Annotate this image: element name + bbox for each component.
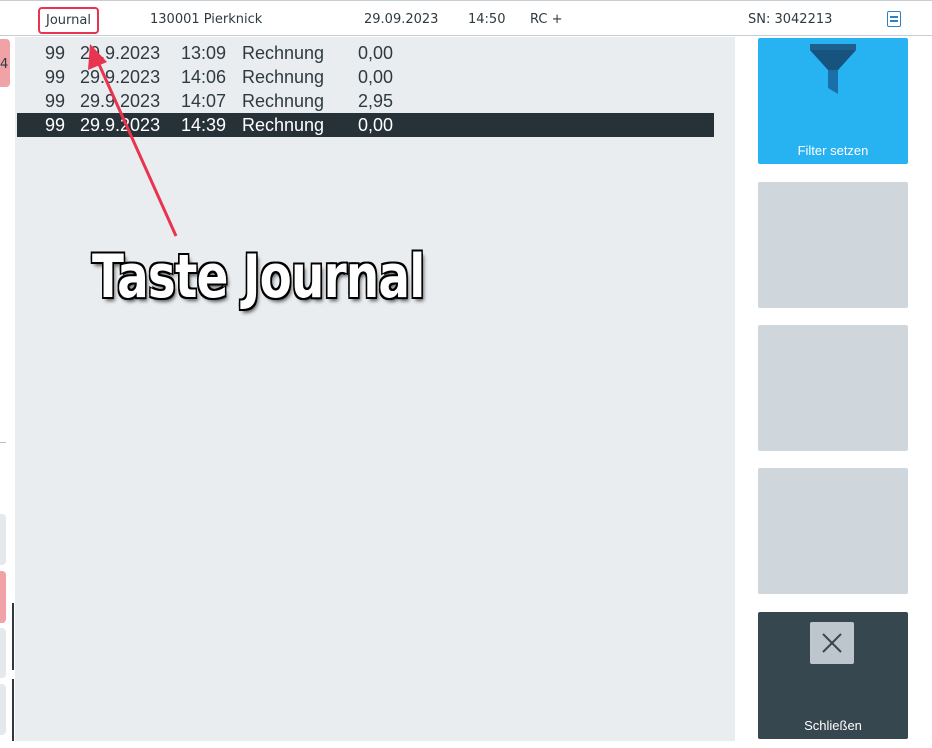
row-date: 29.9.2023 — [80, 115, 161, 135]
header-bar: Journal 130001 Pierknick 29.09.2023 14:5… — [0, 0, 932, 36]
empty-button-2[interactable] — [758, 325, 908, 451]
funnel-icon — [810, 44, 856, 94]
row-time: 13:09 — [181, 43, 227, 63]
close-icon — [810, 622, 854, 664]
row-amount: 0,00 — [358, 43, 394, 63]
partial-digit: 4 — [0, 57, 9, 72]
row-number: 99 — [45, 91, 66, 111]
serial-number: SN: 3042213 — [748, 12, 833, 27]
filter-label: Filter setzen — [797, 143, 869, 158]
document-icon[interactable] — [887, 11, 901, 27]
journal-row[interactable]: 99 29.9.2023 14:07 Rechnung 2,95 — [17, 89, 714, 113]
row-amount: 0,00 — [358, 67, 394, 87]
annotation-text: Taste Journal — [92, 242, 425, 312]
row-time: 14:39 — [181, 115, 227, 135]
row-date: 29.9.2023 — [80, 91, 161, 111]
date-label: 29.09.2023 — [364, 12, 439, 27]
row-number: 99 — [45, 67, 66, 87]
row-date: 29.9.2023 — [80, 43, 161, 63]
row-time: 14:07 — [181, 91, 227, 111]
time-label: 14:50 — [468, 12, 506, 27]
journal-row[interactable]: 99 29.9.2023 14:06 Rechnung 0,00 — [17, 65, 714, 89]
row-amount: 2,95 — [358, 91, 394, 111]
left-vline-2 — [12, 679, 14, 741]
journal-row-selected[interactable]: 99 29.9.2023 14:39 Rechnung 0,00 — [17, 113, 714, 137]
left-panel-tile[interactable] — [0, 514, 6, 565]
journal-tab[interactable]: Journal — [38, 7, 99, 34]
mode-label: RC + — [530, 12, 563, 27]
journal-row[interactable]: 99 29.9.2023 13:09 Rechnung 0,00 — [17, 41, 714, 65]
row-number: 99 — [45, 43, 66, 63]
row-time: 14:06 — [181, 67, 227, 87]
journal-screen: Journal 130001 Pierknick 29.09.2023 14:5… — [0, 0, 932, 748]
row-type: Rechnung — [242, 115, 325, 135]
empty-button-1[interactable] — [758, 182, 908, 308]
left-panel-red-tile-2[interactable] — [0, 571, 6, 623]
left-panel-tile-2[interactable] — [0, 628, 6, 678]
journal-list: 99 29.9.2023 13:09 Rechnung 0,00 99 29.9… — [15, 37, 735, 741]
row-type: Rechnung — [242, 67, 325, 87]
row-date: 29.9.2023 — [80, 67, 161, 87]
filter-button[interactable]: Filter setzen — [758, 38, 908, 164]
row-type: Rechnung — [242, 43, 325, 63]
close-label: Schließen — [804, 718, 862, 733]
left-vline — [12, 603, 14, 670]
left-divider — [0, 442, 6, 443]
row-number: 99 — [45, 115, 66, 135]
left-panel-red-tile[interactable]: 4 — [0, 39, 10, 87]
customer-label: 130001 Pierknick — [150, 12, 263, 27]
left-panel-tile-3[interactable] — [0, 684, 6, 735]
row-amount: 0,00 — [358, 115, 394, 135]
row-type: Rechnung — [242, 91, 325, 111]
empty-button-3[interactable] — [758, 468, 908, 594]
close-button[interactable]: Schließen — [758, 612, 908, 739]
left-panel: 4 — [0, 37, 14, 748]
